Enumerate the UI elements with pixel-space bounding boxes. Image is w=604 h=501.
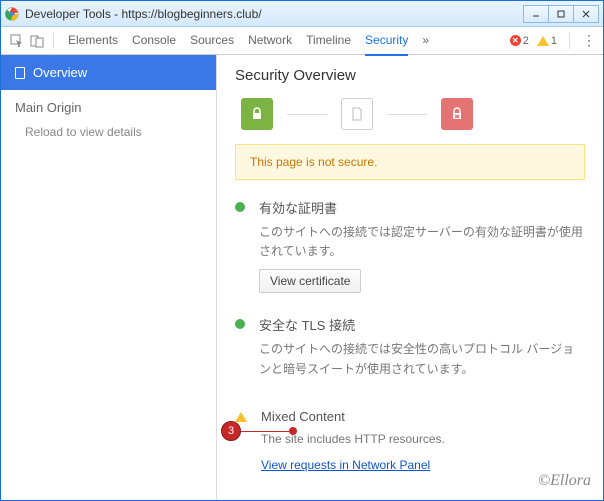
- status-connector: [287, 114, 327, 115]
- window-controls: [524, 5, 599, 23]
- page-title: Security Overview: [235, 67, 585, 84]
- separator: [569, 33, 570, 49]
- file-icon: [15, 67, 25, 79]
- minimize-button[interactable]: [523, 5, 549, 23]
- warning-count: 1: [551, 35, 557, 47]
- inspect-icon[interactable]: [9, 33, 25, 49]
- overview-label: Overview: [33, 65, 87, 80]
- security-status-row: [235, 98, 585, 130]
- tls-desc: このサイトへの接続では安全性の高いプロトコル バージョンと暗号スイートが使用され…: [259, 340, 585, 378]
- tab-sources[interactable]: Sources: [190, 26, 234, 56]
- tab-network[interactable]: Network: [248, 26, 292, 56]
- tab-overflow[interactable]: »: [422, 26, 429, 56]
- file-neutral-icon: [341, 98, 373, 130]
- warning-count-badge[interactable]: 1: [537, 35, 557, 47]
- security-item-mixed: Mixed Content The site includes HTTP res…: [235, 409, 585, 472]
- window-titlebar: Developer Tools - https://blogbeginners.…: [1, 1, 603, 27]
- status-dot-green-icon: [235, 319, 245, 329]
- close-button[interactable]: [573, 5, 599, 23]
- devtools-toolbar: Elements Console Sources Network Timelin…: [1, 27, 603, 55]
- status-connector: [387, 114, 427, 115]
- tab-console[interactable]: Console: [132, 26, 176, 56]
- view-certificate-button[interactable]: View certificate: [259, 269, 361, 293]
- security-main-panel: Security Overview This page is not secur…: [217, 55, 603, 500]
- security-sidebar: Overview Main Origin Reload to view deta…: [1, 55, 217, 500]
- security-item-tls: 安全な TLS 接続 このサイトへの接続では安全性の高いプロトコル バージョンと…: [235, 315, 585, 386]
- annotation-badge: 3: [221, 421, 241, 441]
- sidebar-main-origin-header: Main Origin: [1, 90, 216, 121]
- kebab-menu-icon[interactable]: ⋮: [582, 32, 595, 49]
- warning-icon: [537, 36, 549, 46]
- mixed-title: Mixed Content: [261, 409, 445, 424]
- view-requests-link[interactable]: View requests in Network Panel: [261, 458, 430, 472]
- annotation-line: [241, 431, 289, 432]
- sidebar-overview[interactable]: Overview: [1, 55, 216, 90]
- cert-desc: このサイトへの接続では認定サーバーの有効な証明書が使用されています。: [259, 223, 585, 261]
- tab-security[interactable]: Security: [365, 26, 408, 56]
- watermark: ©Ellora: [538, 472, 591, 490]
- error-count: 2: [523, 35, 529, 47]
- cert-title: 有効な証明書: [259, 198, 585, 217]
- tls-title: 安全な TLS 接続: [259, 315, 585, 334]
- annotation-dot: [289, 427, 297, 435]
- separator: [53, 33, 54, 49]
- insecure-banner: This page is not secure.: [235, 144, 585, 180]
- sidebar-reload-hint: Reload to view details: [1, 121, 216, 149]
- status-dot-green-icon: [235, 202, 245, 212]
- device-icon[interactable]: [29, 33, 45, 49]
- security-item-certificate: 有効な証明書 このサイトへの接続では認定サーバーの有効な証明書が使用されています…: [235, 198, 585, 293]
- status-warn-icon: [235, 412, 247, 422]
- maximize-button[interactable]: [548, 5, 574, 23]
- chrome-icon: [5, 7, 19, 21]
- panel-tabs: Elements Console Sources Network Timelin…: [62, 26, 506, 56]
- lock-secure-icon: [241, 98, 273, 130]
- tab-elements[interactable]: Elements: [68, 26, 118, 56]
- error-icon: ✕: [510, 35, 521, 46]
- lock-insecure-icon: [441, 98, 473, 130]
- error-count-badge[interactable]: ✕2: [510, 35, 529, 47]
- window-title: Developer Tools - https://blogbeginners.…: [23, 7, 524, 21]
- tab-timeline[interactable]: Timeline: [306, 26, 351, 56]
